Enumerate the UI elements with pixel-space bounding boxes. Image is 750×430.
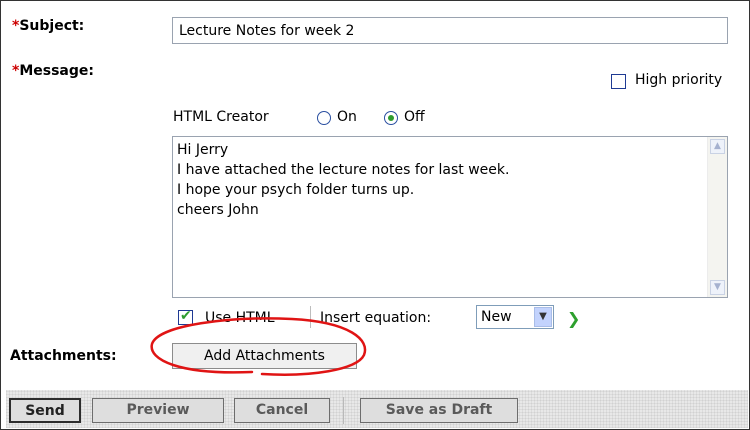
use-html-checkbox[interactable] [178,308,193,325]
message-scrollbar[interactable]: ▲ ▼ [707,137,727,297]
insert-equation-label: Insert equation: [320,310,432,326]
toolbar-divider [343,397,344,424]
insert-equation-value: New [481,309,512,325]
go-arrow-icon[interactable]: ❯ [567,309,580,328]
use-html-label: Use HTML [205,310,275,326]
add-attachments-button[interactable]: Add Attachments [172,343,357,369]
message-body[interactable]: Hi Jerry I have attached the lecture not… [177,140,705,220]
insert-equation-select[interactable]: New ▼ [476,305,554,329]
message-label: *Message: [12,63,94,79]
html-creator-off-radio[interactable] [384,111,398,125]
divider [310,306,311,328]
subject-input[interactable]: Lecture Notes for week 2 [172,17,728,44]
cancel-button[interactable]: Cancel [234,398,330,423]
attachments-label: Attachments: [10,348,117,364]
send-button[interactable]: Send [9,398,81,423]
action-toolbar: Send Preview Cancel Save as Draft [6,390,748,428]
html-creator-label: HTML Creator [173,109,269,125]
high-priority-label: High priority [635,72,723,88]
html-creator-on-label: On [337,109,357,125]
message-textarea[interactable]: Hi Jerry I have attached the lecture not… [172,136,728,298]
chevron-down-icon[interactable]: ▼ [534,307,552,327]
scroll-up-icon[interactable]: ▲ [710,139,725,154]
scroll-down-icon[interactable]: ▼ [710,280,725,295]
html-creator-off-label: Off [404,109,425,125]
save-as-draft-button[interactable]: Save as Draft [360,398,518,423]
high-priority-checkbox[interactable] [611,74,626,89]
subject-label: *Subject: [12,18,85,34]
preview-button[interactable]: Preview [92,398,224,423]
html-creator-on-radio[interactable] [317,111,331,125]
